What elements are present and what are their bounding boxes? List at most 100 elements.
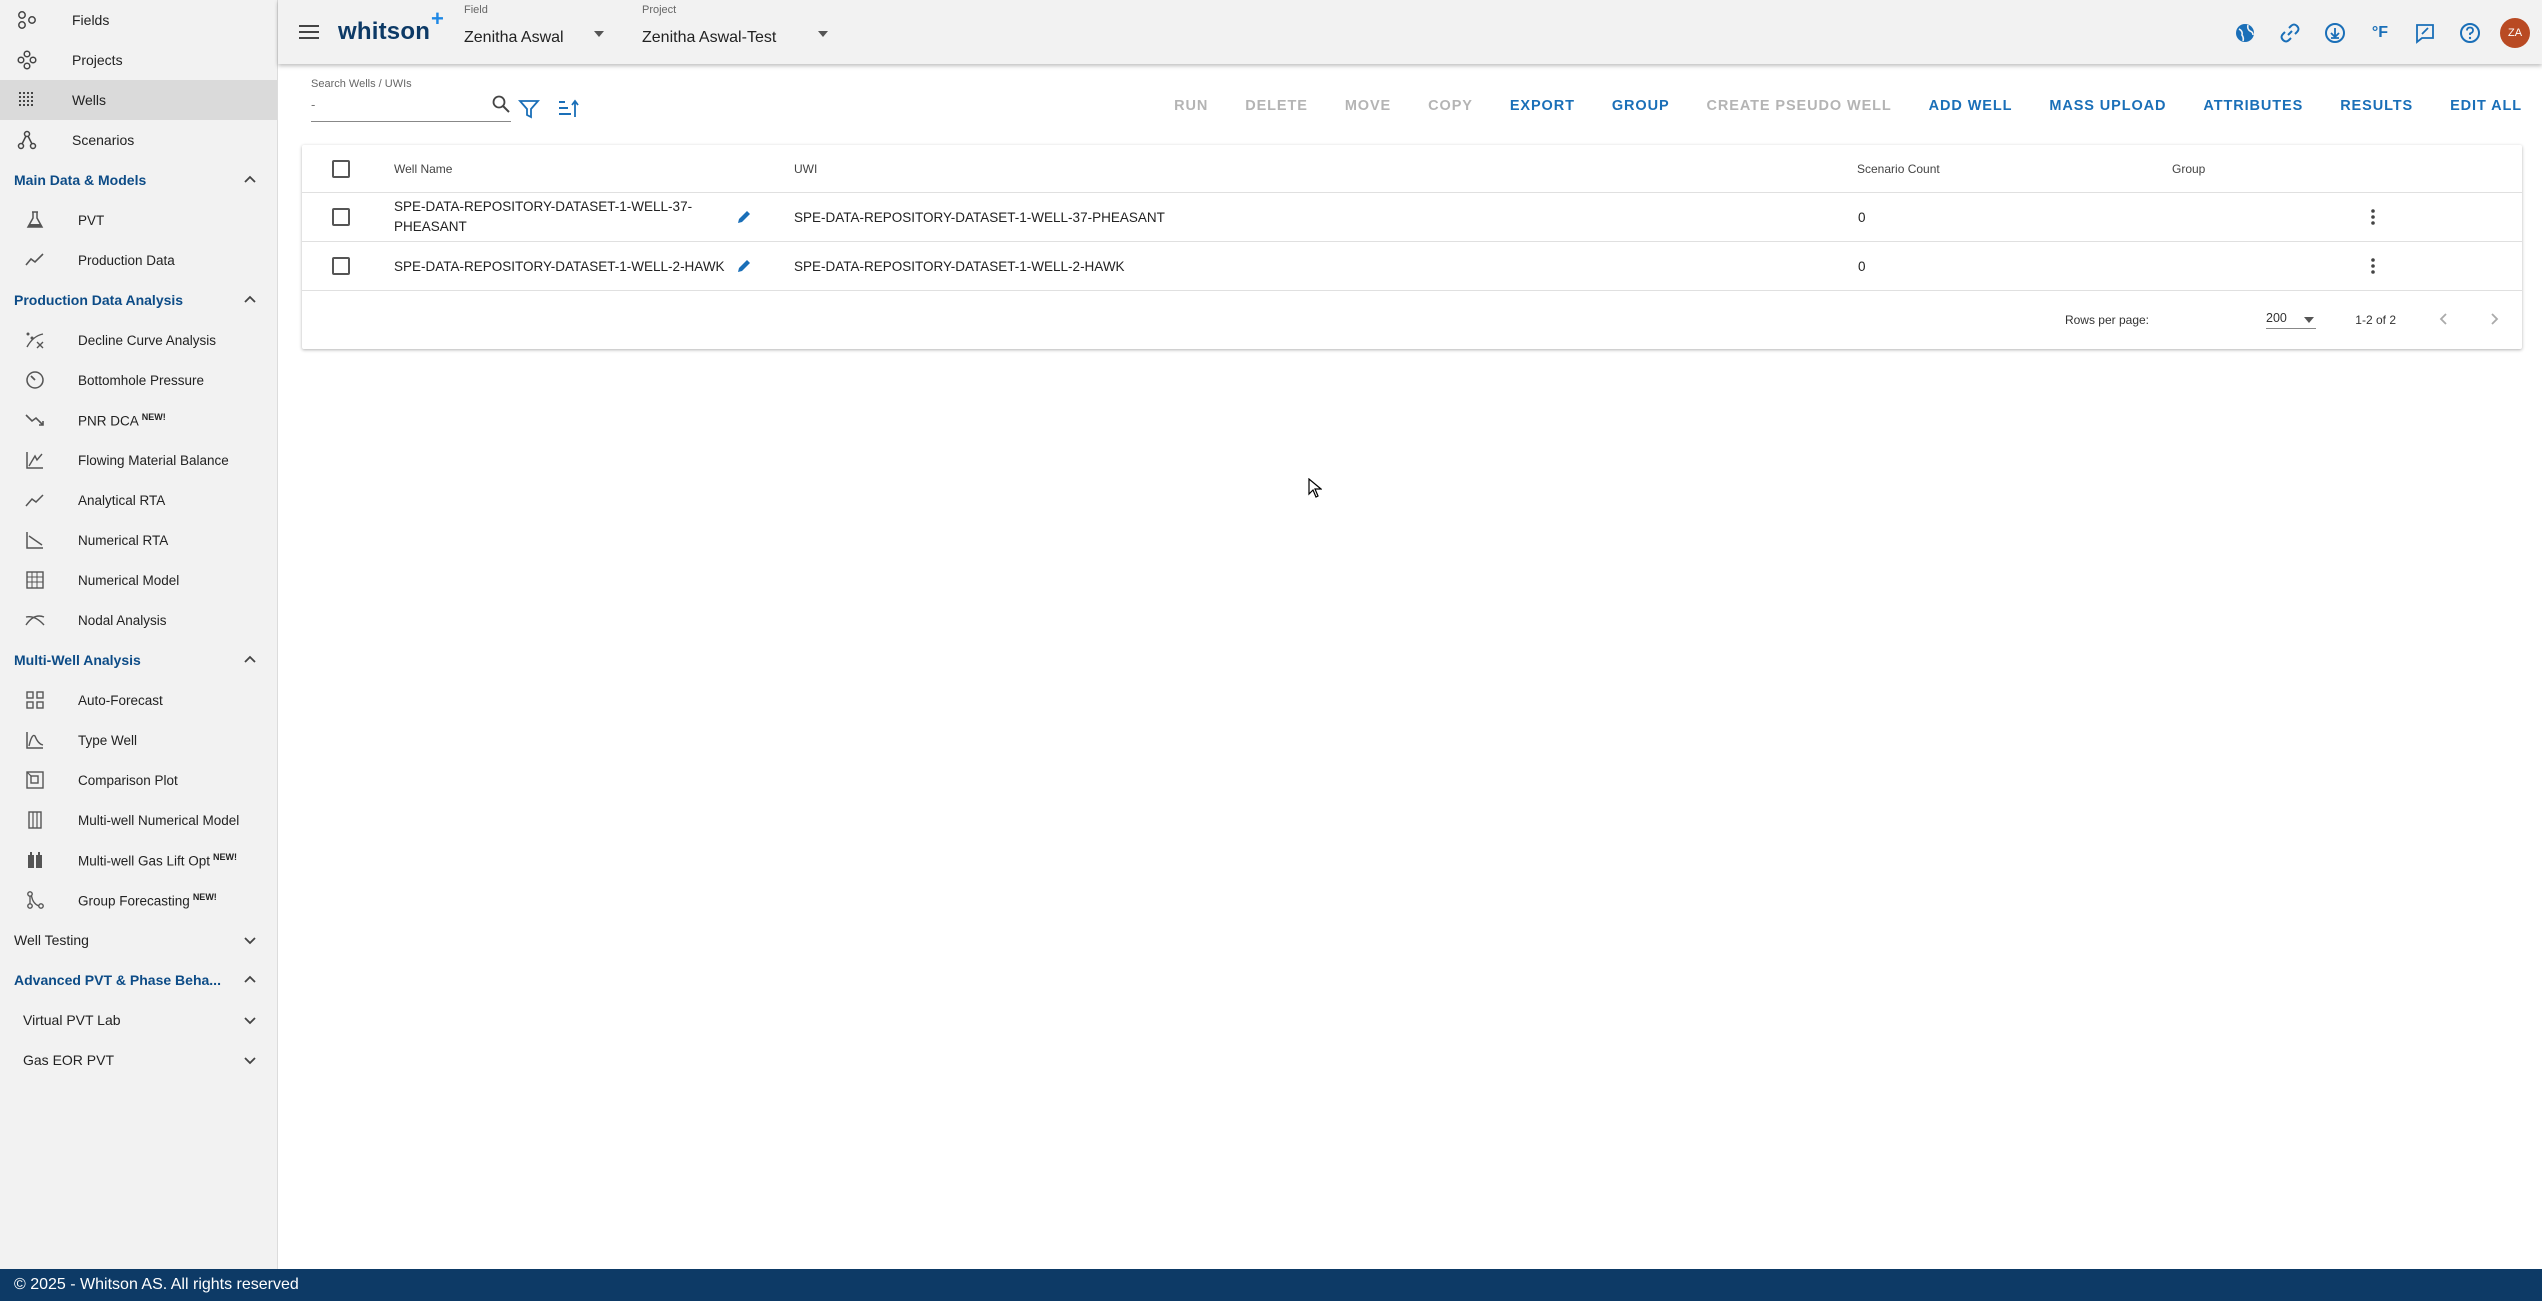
table-row[interactable]: SPE-DATA-REPOSITORY-DATASET-1-WELL-2-HAW… [302,242,2522,291]
mass-upload-button[interactable]: MASS UPLOAD [2049,98,2166,114]
sidebar-item-wells[interactable]: Wells [0,80,277,120]
sidebar-item-label: Projects [72,52,123,68]
more-vert-icon[interactable] [2370,208,2376,226]
sidebar-item-multi-well-numerical-model[interactable]: Multi-well Numerical Model [0,800,277,840]
select-all-checkbox[interactable] [332,159,350,178]
sidebar-item-fields[interactable]: Fields [0,0,277,40]
section-gas-eor-pvt[interactable]: Gas EOR PVT [0,1040,277,1080]
column-header-group[interactable]: Group [2172,162,2205,176]
edit-pencil-icon[interactable] [736,209,752,225]
row-checkbox[interactable] [332,257,350,275]
sidebar-item-scenarios[interactable]: Scenarios [0,120,277,160]
sidebar-item-bottomhole-pressure[interactable]: Bottomhole Pressure [0,360,277,400]
sidebar-item-numerical-model[interactable]: Numerical Model [0,560,277,600]
rows-per-page-label: Rows per page: [2064,313,2149,327]
sidebar-item-nodal-analysis[interactable]: Nodal Analysis [0,600,277,640]
column-header-uwi[interactable]: UWI [794,162,817,176]
group-button[interactable]: GROUP [1612,98,1670,114]
sidebar-item-label: Multi-well Numerical Model [78,812,240,828]
sidebar-item-label: Comparison Plot [78,772,178,788]
section-advanced-pvt[interactable]: Advanced PVT & Phase Beha... [0,960,277,1000]
create-pseudo-well-button[interactable]: CREATE PSEUDO WELL [1707,98,1892,114]
sidebar-item-analytical-rta[interactable]: Analytical RTA [0,480,277,520]
results-button[interactable]: RESULTS [2340,98,2413,114]
sidebar-item-label: Numerical RTA [78,532,169,548]
search-field: Search Wells / UWIs [311,78,511,122]
search-input[interactable] [311,97,481,112]
sidebar-item-pvt[interactable]: PVT [0,200,277,240]
sidebar-item-group-forecasting[interactable]: Group Forecasting NEW! [0,880,277,920]
section-label: Production Data Analysis [14,292,184,308]
avatar[interactable]: ZA [2500,18,2530,48]
grid-squares-icon [24,689,46,711]
top-icons: °F ZA [2212,18,2530,48]
section-multi-well-analysis[interactable]: Multi-Well Analysis [0,640,277,680]
search-icon[interactable] [491,94,511,114]
add-well-button[interactable]: ADD WELL [1929,98,2013,114]
move-button[interactable]: MOVE [1345,98,1391,114]
menu-icon[interactable] [298,24,320,40]
gas-cylinder-icon [24,849,46,871]
flask-icon [24,209,46,231]
filter-icon[interactable] [518,98,540,120]
wells-table: Well Name UWI Scenario Count Group SPE-D… [302,145,2522,349]
sidebar-item-label: Analytical RTA [78,492,166,508]
mouse-cursor-icon [1308,478,1322,498]
run-button[interactable]: RUN [1174,98,1208,114]
sort-icon[interactable] [557,98,579,120]
feedback-icon[interactable] [2413,21,2437,45]
chevron-up-icon [244,975,256,983]
temperature-unit-button[interactable]: °F [2368,21,2392,45]
uwi-cell: SPE-DATA-REPOSITORY-DATASET-1-WELL-2-HAW… [794,258,1125,274]
line-chart-icon [24,489,46,511]
globe-icon[interactable] [2233,21,2257,45]
attributes-button[interactable]: ATTRIBUTES [2203,98,2303,114]
help-icon[interactable] [2458,21,2482,45]
section-virtual-pvt-lab[interactable]: Virtual PVT Lab [0,1000,277,1040]
section-label: Virtual PVT Lab [23,1012,121,1028]
sidebar-item-pnr-dca[interactable]: PNR DCA NEW! [0,400,277,440]
uwi-cell: SPE-DATA-REPOSITORY-DATASET-1-WELL-37-PH… [794,209,1165,225]
table-row[interactable]: SPE-DATA-REPOSITORY-DATASET-1-WELL-37- PH… [302,193,2522,242]
section-main-data[interactable]: Main Data & Models [0,160,277,200]
sidebar-item-multi-well-gas-lift-opt[interactable]: Multi-well Gas Lift Opt NEW! [0,840,277,880]
edit-pencil-icon[interactable] [736,258,752,274]
chevron-left-icon[interactable] [2436,311,2452,327]
sidebar-item-flowing-material-balance[interactable]: Flowing Material Balance [0,440,277,480]
section-production-data-analysis[interactable]: Production Data Analysis [0,280,277,320]
more-vert-icon[interactable] [2370,257,2376,275]
sidebar-item-label: Wells [72,92,106,108]
sidebar-item-auto-forecast[interactable]: Auto-Forecast [0,680,277,720]
edit-all-button[interactable]: EDIT ALL [2450,98,2522,114]
new-badge: NEW! [213,851,238,862]
chevron-right-icon[interactable] [2486,311,2502,327]
columns-icon [24,809,46,831]
link-icon[interactable] [2278,21,2302,45]
copyright-text: © 2025 - Whitson AS. All rights reserved [14,1276,299,1293]
sidebar-item-numerical-rta[interactable]: Numerical RTA [0,520,277,560]
app-logo[interactable]: whitson + [338,6,444,46]
sidebar-item-production-data[interactable]: Production Data [0,240,277,280]
delete-button[interactable]: DELETE [1245,98,1308,114]
column-header-scenario-count[interactable]: Scenario Count [1857,162,1940,176]
sidebar-item-comparison-plot[interactable]: Comparison Plot [0,760,277,800]
rows-per-page-select[interactable]: 200 [2266,311,2316,329]
project-selector[interactable]: Project Zenitha Aswal-Test [642,0,842,64]
field-selector[interactable]: Field Zenitha Aswal [464,0,614,64]
sidebar-item-decline-curve-analysis[interactable]: Decline Curve Analysis [0,320,277,360]
copy-button[interactable]: COPY [1428,98,1473,114]
chevron-up-icon [244,175,256,183]
column-header-well-name[interactable]: Well Name [394,162,452,176]
caret-down-icon [594,31,604,37]
sidebar-item-label: Fields [72,12,110,28]
sidebar-item-label: Nodal Analysis [78,612,167,628]
sidebar-item-projects[interactable]: Projects [0,40,277,80]
decline-curve-icon [24,329,46,351]
section-well-testing[interactable]: Well Testing [0,920,277,960]
download-circle-icon[interactable] [2323,21,2347,45]
export-button[interactable]: EXPORT [1510,98,1575,114]
scenario-count-cell: 0 [1858,258,1866,274]
sidebar-item-type-well[interactable]: Type Well [0,720,277,760]
row-checkbox[interactable] [332,208,350,226]
section-label: Advanced PVT & Phase Beha... [14,972,221,988]
